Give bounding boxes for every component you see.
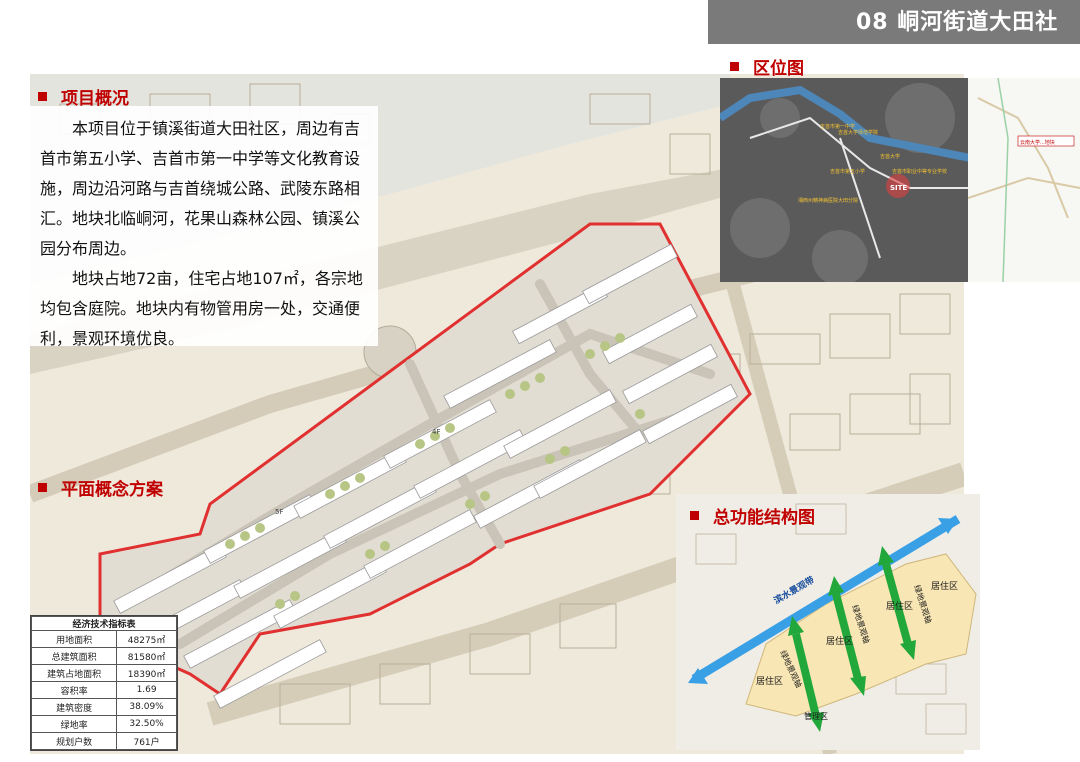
table-row: 建筑密度 38.09%: [30, 698, 177, 716]
plan-heading: 平面概念方案: [38, 475, 163, 500]
econ-table-title: 经济技术指标表: [31, 616, 177, 631]
row-value: 1.69: [116, 681, 177, 699]
overview-text-box: 本项目位于镇溪街道大田社区，周边有吉首市第五小学、吉首市第一中学等文化教育设施，…: [30, 106, 378, 348]
floor-tag-4f: 4F: [432, 428, 440, 436]
location-heading: 区位图: [730, 54, 804, 79]
table-row: 用地面积 48275㎡: [30, 630, 177, 648]
function-label: 居住区: [931, 580, 958, 592]
row-name: 总建筑面积: [30, 647, 118, 665]
function-label: 居住区: [826, 635, 853, 647]
function-label: 居住区: [886, 600, 913, 612]
row-value: 18390㎡: [116, 664, 177, 682]
econ-table: 经济技术指标表 用地面积 48275㎡ 总建筑面积 81580㎡ 建筑占地面积 183…: [30, 615, 178, 751]
row-value: 32.50%: [116, 715, 177, 733]
row-value: 761户: [116, 732, 177, 750]
function-structure-drawing: 滨水景观带 居住区 居住区 居住区 居住区 绿地景观轴 绿地景观轴 绿地景观轴 …: [676, 494, 980, 750]
row-name: 建筑密度: [30, 698, 118, 716]
row-name: 规划户数: [30, 732, 118, 750]
table-row: 规划户数 761户: [30, 732, 177, 750]
floor-tag-5f: 5F: [275, 508, 283, 516]
row-name: 用地面积: [30, 630, 118, 648]
location-inset-map: 云南大学...地块: [968, 78, 1080, 282]
loc-label-2: 吉首大学师范学院: [838, 129, 878, 136]
table-row: 建筑占地面积 18390㎡: [30, 664, 177, 682]
table-row: 容积率 1.69: [30, 681, 177, 699]
row-value: 48275㎡: [116, 630, 177, 648]
row-name: 绿地率: [30, 715, 118, 733]
function-heading-text: 总功能结构图: [713, 508, 815, 528]
row-value: 38.09%: [116, 698, 177, 716]
loc-label-6: 湘西州精神病医院大田分院: [798, 197, 858, 204]
table-row: 总建筑面积 81580㎡: [30, 647, 177, 665]
location-inset-drawing: 云南大学...地块: [968, 78, 1080, 282]
function-label: 管理区: [804, 711, 828, 721]
inset-label: 云南大学...地块: [1020, 139, 1055, 146]
page-title: 08 峒河街道大田社区: [708, 0, 1080, 81]
function-label: 居住区: [756, 675, 783, 687]
function-heading: 总功能结构图: [690, 503, 815, 528]
bullet-square: [690, 511, 699, 520]
row-value: 81580㎡: [116, 647, 177, 665]
table-row: 绿地率 32.50%: [30, 715, 177, 733]
bullet-square: [38, 483, 47, 492]
site-label: SITE: [890, 184, 907, 192]
overview-paragraph-2: 地块占地72亩，住宅占地107㎡，各宗地均包含庭院。地块内有物管用房一处，交通便…: [40, 269, 363, 348]
row-name: 容积率: [30, 681, 118, 699]
overview-paragraph-1: 本项目位于镇溪街道大田社区，周边有吉首市第五小学、吉首市第一中学等文化教育设施，…: [40, 119, 361, 258]
bullet-square: [38, 92, 47, 101]
loc-label-3: 吉首大学: [880, 153, 900, 160]
loc-label-5: 吉首市职业中等专业学校: [892, 168, 947, 175]
bullet-square: [730, 62, 739, 71]
loc-label-4: 吉首市第五小学: [830, 168, 865, 175]
plan-heading-text: 平面概念方案: [61, 480, 163, 500]
function-structure-panel: 滨水景观带 居住区 居住区 居住区 居住区 绿地景观轴 绿地景观轴 绿地景观轴 …: [676, 494, 980, 750]
location-heading-text: 区位图: [753, 59, 804, 79]
loc-label-1: 吉首市第一中学: [820, 123, 855, 130]
location-map-drawing: SITE 吉首市第一中学 吉首大学师范学院 吉首大学 吉首市第五小学 吉首市职业…: [720, 78, 970, 282]
location-map: SITE 吉首市第一中学 吉首大学师范学院 吉首大学 吉首市第五小学 吉首市职业…: [720, 78, 970, 282]
row-name: 建筑占地面积: [30, 664, 118, 682]
